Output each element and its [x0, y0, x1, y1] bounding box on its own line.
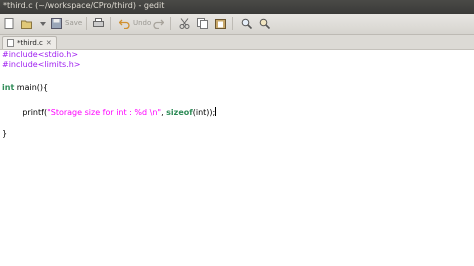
code-editor[interactable]: #include<stdio.h> #include<limits.h> int…	[0, 50, 474, 266]
toolbar-separator	[232, 17, 233, 30]
toolbar-separator	[110, 17, 111, 30]
string-literal: "Storage size for int : %d \n"	[47, 108, 162, 117]
code-tail: (int));	[192, 108, 216, 117]
paste-icon[interactable]	[214, 17, 227, 30]
document-tabbar: *third.c ✕	[0, 35, 474, 50]
undo-icon[interactable]	[118, 17, 131, 30]
search-icon[interactable]	[240, 17, 253, 30]
code-line-8: }	[2, 129, 7, 139]
code-line-1: #include<stdio.h>	[2, 50, 78, 60]
sizeof-keyword: sizeof	[166, 108, 193, 117]
document-icon	[7, 39, 14, 47]
find-replace-icon[interactable]	[258, 17, 271, 30]
function-call: printf(	[22, 108, 48, 117]
preprocessor-directive: #include<stdio.h>	[2, 50, 79, 59]
dropdown-arrow-icon[interactable]	[36, 17, 49, 30]
print-icon[interactable]	[92, 17, 105, 30]
undo-label[interactable]: Undo	[133, 19, 151, 27]
open-folder-icon[interactable]	[20, 17, 33, 30]
code-line-6: printf("Storage size for int : %d \n", s…	[2, 107, 217, 118]
close-icon[interactable]: ✕	[46, 39, 52, 47]
text-cursor	[215, 107, 217, 116]
tab-label: *third.c	[17, 39, 43, 47]
save-label[interactable]: Save	[65, 19, 82, 27]
cut-icon[interactable]	[178, 17, 191, 30]
toolbar-separator	[170, 17, 171, 30]
window-title: *third.c (~/workspace/CPro/third) - gedi…	[3, 1, 165, 10]
toolbar-separator	[86, 17, 87, 30]
save-icon[interactable]	[50, 17, 63, 30]
code-line-4: int main(){	[2, 83, 48, 93]
closing-brace: }	[2, 129, 8, 138]
preprocessor-directive: #include<limits.h>	[2, 60, 81, 69]
tab-third-c[interactable]: *third.c ✕	[2, 36, 57, 49]
redo-icon[interactable]	[152, 17, 165, 30]
copy-icon[interactable]	[196, 17, 209, 30]
toolbar: Save Undo	[0, 14, 474, 35]
type-keyword: int	[2, 83, 15, 92]
code-line-2: #include<limits.h>	[2, 60, 80, 70]
function-signature: main(){	[14, 83, 49, 92]
window-titlebar[interactable]: *third.c (~/workspace/CPro/third) - gedi…	[0, 0, 474, 14]
new-document-icon[interactable]	[2, 17, 15, 30]
